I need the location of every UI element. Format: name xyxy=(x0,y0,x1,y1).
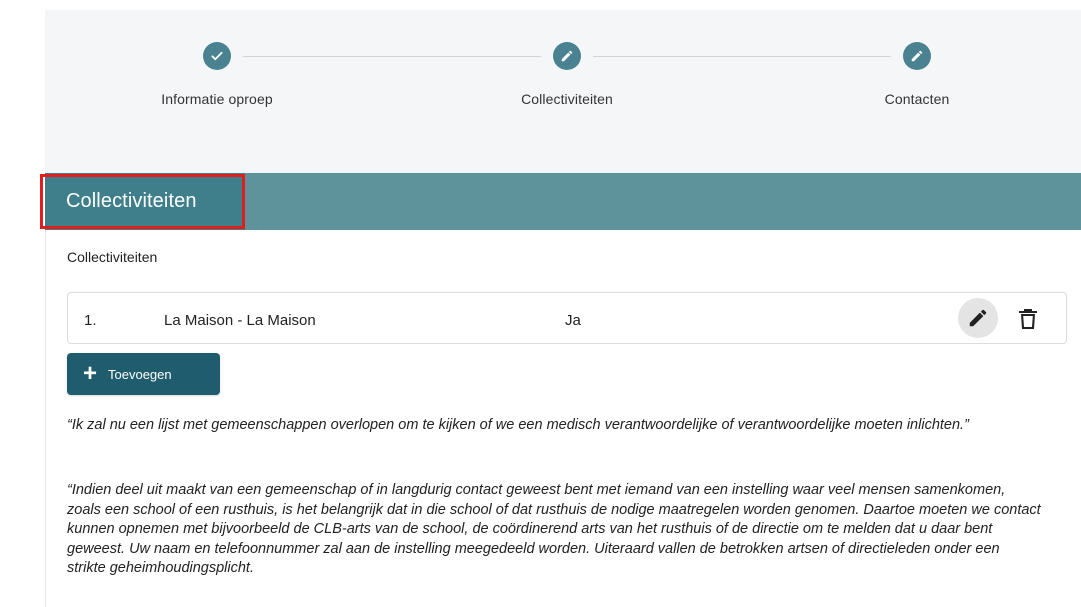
pencil-icon xyxy=(911,50,923,62)
section-header: Collectiviteiten xyxy=(45,173,1081,230)
step-contacten[interactable]: Contacten xyxy=(817,42,1017,107)
pencil-icon xyxy=(969,309,987,327)
check-icon xyxy=(211,51,223,61)
step-informatie-oproep[interactable]: Informatie oproep xyxy=(117,42,317,107)
edit-button[interactable] xyxy=(958,298,998,338)
list-item-number: 1. xyxy=(84,312,97,329)
pencil-icon xyxy=(561,50,573,62)
list-item-value: Ja xyxy=(565,312,581,329)
list-heading: Collectiviteiten xyxy=(67,249,158,265)
step-edit-indicator xyxy=(553,42,581,70)
step-edit-indicator xyxy=(903,42,931,70)
step-label: Collectiviteiten xyxy=(521,91,613,107)
step-label: Informatie oproep xyxy=(161,91,273,107)
plus-icon: + xyxy=(83,360,98,387)
step-collectiviteiten[interactable]: Collectiviteiten xyxy=(467,42,667,107)
trash-icon xyxy=(1019,309,1037,329)
list-item-name: La Maison - La Maison xyxy=(164,312,316,329)
delete-button[interactable] xyxy=(1012,301,1044,337)
section-content: Collectiviteiten 1. La Maison - La Maiso… xyxy=(45,230,1081,607)
add-button-label: Toevoegen xyxy=(108,366,172,382)
step-label: Contacten xyxy=(884,91,950,107)
add-button[interactable]: + Toevoegen xyxy=(67,353,220,395)
section-title: Collectiviteiten xyxy=(45,173,245,230)
list-item: 1. La Maison - La Maison Ja xyxy=(67,292,1067,344)
step-complete-indicator xyxy=(203,42,231,70)
script-quote: “Indien deel uit maakt van een gemeensch… xyxy=(67,482,1041,576)
script-quote: “Ik zal nu een lijst met gemeenschappen … xyxy=(67,417,969,433)
stepper: Informatie oproep Collectiviteiten Conta… xyxy=(45,10,1081,173)
